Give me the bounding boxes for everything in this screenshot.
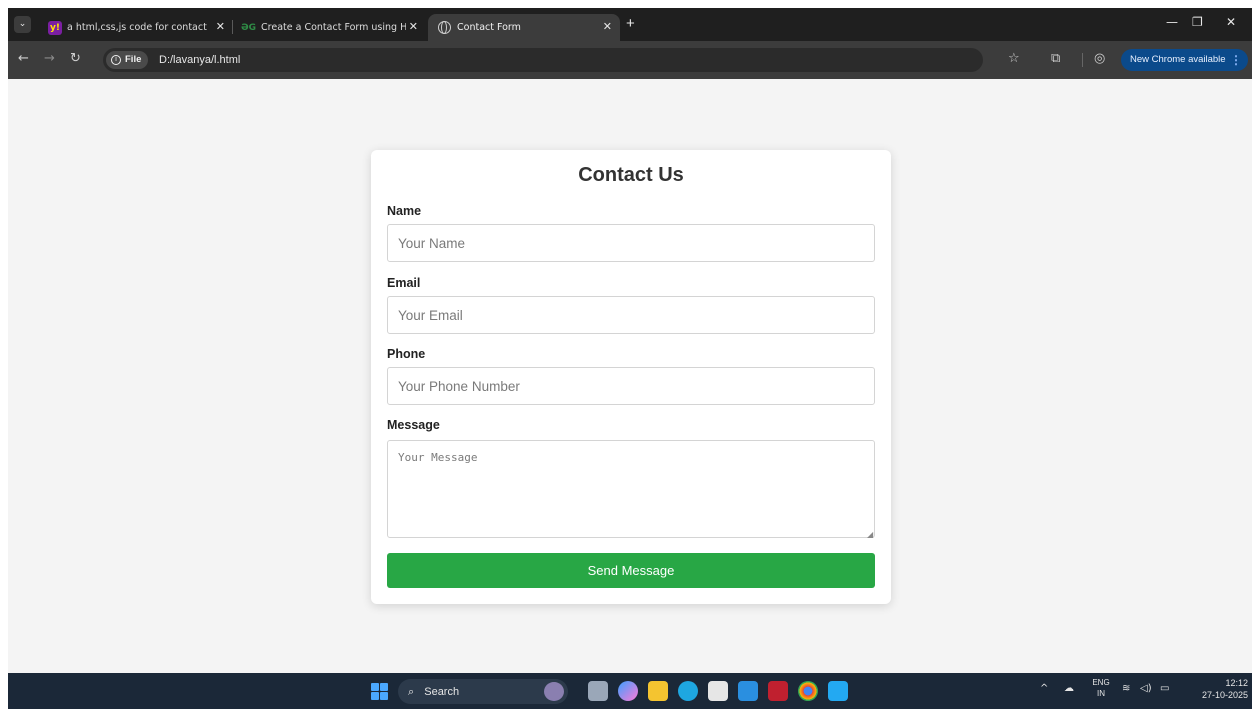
tab-yahoo-search[interactable]: y! a html,css,js code for contact fo ✕ [41,14,233,41]
clock-time: 12:12 [1225,678,1248,688]
send-message-button[interactable]: Send Message [387,553,875,588]
form-title: Contact Us [578,164,684,186]
new-tab-icon[interactable]: + [626,14,635,34]
address-bar[interactable]: i File D:/lavanya/l.html [103,48,983,72]
tab-contact-form[interactable]: Contact Form ✕ [428,14,620,41]
chrome-icon[interactable] [798,681,818,701]
file-chip[interactable]: i File [106,51,149,69]
phone-input[interactable] [387,367,875,405]
show-hidden-icons-icon[interactable]: ^ [1040,683,1048,694]
profile-icon[interactable]: ◎ [1094,51,1105,67]
back-arrow-icon[interactable]: ← [18,51,29,67]
email-input[interactable] [387,296,875,334]
yahoo-favicon-icon: y! [48,20,62,35]
kebab-menu-icon[interactable]: ⋮ [1230,49,1242,71]
contact-form-card: Contact Us Name Email Phone Message ◢ Se… [371,150,891,604]
dell-icon[interactable] [738,681,758,701]
clock-date: 27-10-2025 [1201,690,1248,700]
toolbar-divider [1082,53,1083,67]
onedrive-icon[interactable]: ☁ [1064,683,1074,694]
taskbar-search-label: Search [424,686,460,698]
reload-icon[interactable]: ↻ [70,51,81,67]
info-icon: i [111,55,121,65]
file-chip-label: File [125,54,142,65]
resize-handle-icon[interactable]: ◢ [867,530,873,539]
extensions-icon[interactable]: ⧉ [1051,51,1060,67]
forward-arrow-icon[interactable]: → [44,51,55,67]
microsoft-store-icon[interactable] [708,681,728,701]
mcafee-icon[interactable] [768,681,788,701]
close-tab-icon[interactable]: ✕ [216,21,225,33]
windows-start-icon[interactable] [371,683,388,700]
edge-icon[interactable] [678,681,698,701]
tab-search-button[interactable]: ⌄ [14,16,31,33]
page-viewport: Contact Us Name Email Phone Message ◢ Se… [8,79,1252,673]
screen: ⌄ y! a html,css,js code for contact fo ✕… [8,8,1252,709]
message-label: Message [387,418,440,432]
minimize-icon[interactable]: — [1166,15,1178,29]
gfg-favicon-icon: ƏG [241,22,257,33]
update-chrome-label: New Chrome available [1130,54,1226,65]
browser-toolbar: ← → ↻ i File D:/lavanya/l.html ☆ ⧉ ◎ New… [8,41,1252,79]
volume-icon[interactable]: ◁) [1140,683,1152,694]
close-tab-icon[interactable]: ✕ [603,21,612,33]
file-explorer-icon[interactable] [648,681,668,701]
language-indicator[interactable]: ENG IN [1090,677,1112,699]
wifi-icon[interactable]: ≋ [1122,683,1130,694]
phone-label: Phone [387,347,426,361]
taskbar: ⌕ Search ^ ☁ ENG IN ≋ ◁) ▭ 12:12 27-10-2… [8,673,1252,709]
close-tab-icon[interactable]: ✕ [409,21,418,33]
search-highlight-icon [544,682,564,701]
copilot-icon[interactable] [618,681,638,701]
tab-label: a html,css,js code for contact fo [67,22,207,33]
update-chrome-button[interactable]: New Chrome available ⋮ [1121,49,1248,71]
url-text[interactable]: D:/lavanya/l.html [159,48,240,72]
globe-favicon-icon [438,21,451,34]
taskbar-search[interactable]: ⌕ Search [398,679,568,704]
tab-label: Create a Contact Form using HT [261,22,407,33]
language-secondary: IN [1097,689,1105,698]
tab-label: Contact Form [457,22,521,33]
tab-divider [232,20,233,34]
message-textarea[interactable] [387,440,875,538]
battery-icon[interactable]: ▭ [1160,683,1169,694]
close-window-icon[interactable]: ✕ [1226,15,1236,29]
task-view-icon[interactable] [588,681,608,701]
tab-gfg-article[interactable]: ƏG Create a Contact Form using HT ✕ [234,14,426,41]
restore-icon[interactable]: ❐ [1192,15,1203,29]
vscode-icon[interactable] [828,681,848,701]
bookmark-star-icon[interactable]: ☆ [1008,51,1020,67]
tab-strip: ⌄ y! a html,css,js code for contact fo ✕… [8,8,1252,41]
name-label: Name [387,204,422,218]
clock[interactable]: 12:12 27-10-2025 [1192,677,1248,701]
search-icon: ⌕ [408,685,415,698]
email-label: Email [387,276,421,290]
language-primary: ENG [1092,678,1110,687]
name-input[interactable] [387,224,875,262]
